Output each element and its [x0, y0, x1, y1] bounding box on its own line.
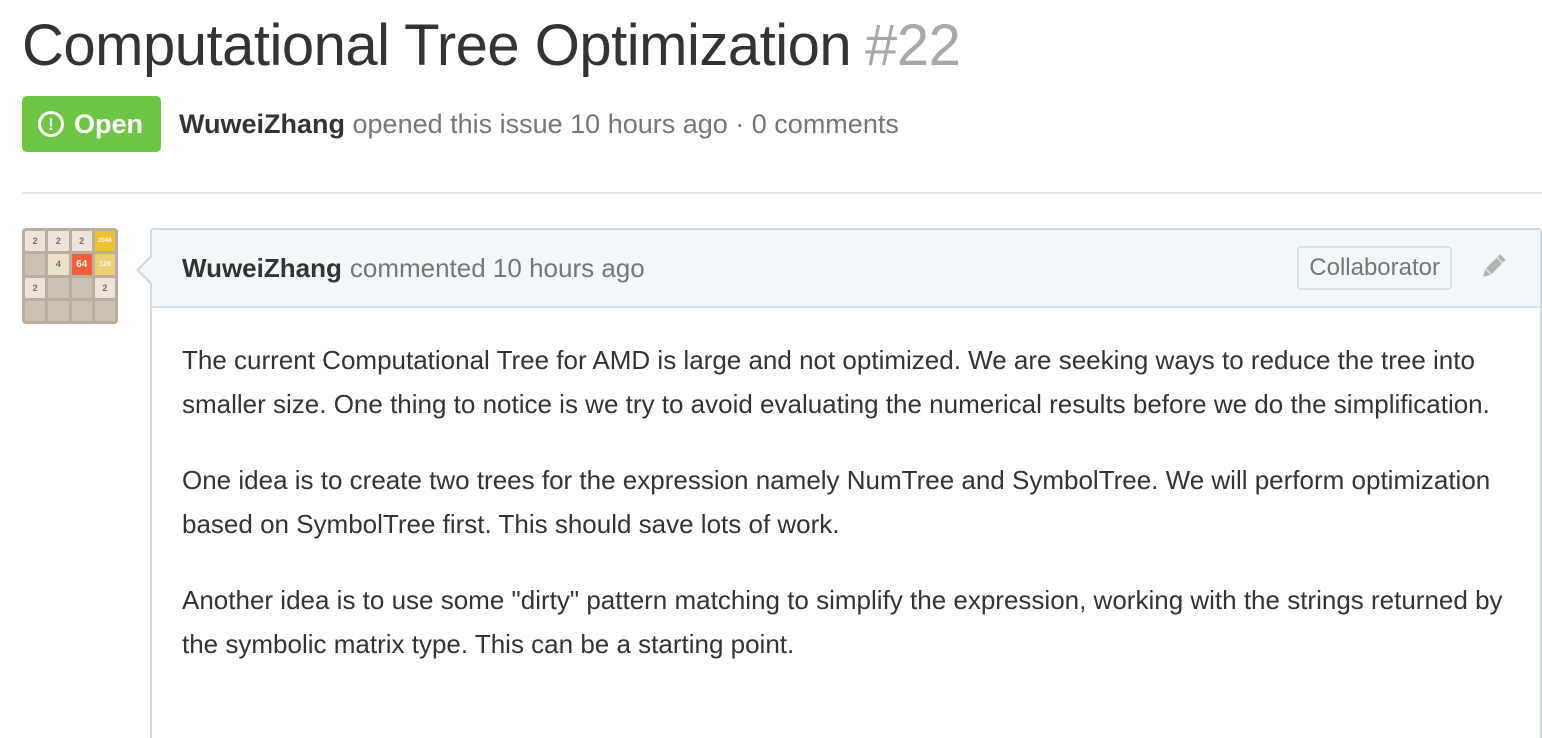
avatar-tile: 2 [48, 231, 69, 252]
issue-number: #22 [865, 13, 961, 78]
avatar-tile: 4 [48, 254, 69, 275]
comment-paragraph: One idea is to create two trees for the … [182, 465, 1491, 539]
avatar-tile: 2048 [94, 231, 115, 252]
issue-meta-details: opened this issue 10 hours ago · 0 comme… [352, 108, 899, 139]
avatar-tile: 2 [94, 277, 115, 298]
avatar-tile [25, 254, 46, 275]
comment-box: WuweiZhang commented 10 hours ago Collab… [136, 228, 1542, 738]
collaborator-badge: Collaborator [1297, 246, 1452, 290]
issue-title-row: Computational Tree Optimization #22 [22, 10, 961, 82]
issue-title: Computational Tree Optimization [22, 13, 852, 78]
pencil-icon[interactable] [1476, 250, 1510, 284]
avatar-tile: 2 [71, 231, 92, 252]
comment-body: The current Computational Tree for AMD i… [152, 308, 1540, 666]
avatar-tile [71, 277, 92, 298]
avatar-tile: 2 [25, 231, 46, 252]
avatar-tile [25, 300, 46, 321]
comment-arrow-fill [139, 256, 153, 284]
pencil-icon-svg [1483, 254, 1506, 277]
header-divider [22, 192, 1542, 194]
avatar-tile [48, 277, 69, 298]
comment-header: WuweiZhang commented 10 hours ago Collab… [136, 230, 1540, 308]
avatar-tile [48, 300, 69, 321]
avatar-tile [71, 300, 92, 321]
avatar[interactable]: 2 2 2 2048 4 64 128 2 2 [22, 228, 118, 324]
comment-author-link[interactable]: WuweiZhang [182, 253, 342, 284]
issue-meta-text: WuweiZhang opened this issue 10 hours ag… [179, 109, 899, 140]
avatar-tile: 64 [71, 254, 92, 275]
comment-paragraph: The current Computational Tree for AMD i… [182, 345, 1490, 419]
comment-paragraph: Another idea is to use some "dirty" patt… [182, 585, 1503, 659]
avatar-tile [94, 300, 115, 321]
issue-state-label: Open [74, 108, 144, 139]
issue-meta: ! Open WuweiZhang opened this issue 10 h… [22, 96, 899, 152]
avatar-tile: 128 [94, 254, 115, 275]
issue-opened-icon: ! [38, 111, 64, 137]
avatar-tile: 2 [25, 277, 46, 298]
comment-timestamp[interactable]: commented 10 hours ago [350, 253, 645, 284]
issue-state-badge: ! Open [22, 96, 161, 152]
issue-author-link[interactable]: WuweiZhang [179, 109, 345, 139]
